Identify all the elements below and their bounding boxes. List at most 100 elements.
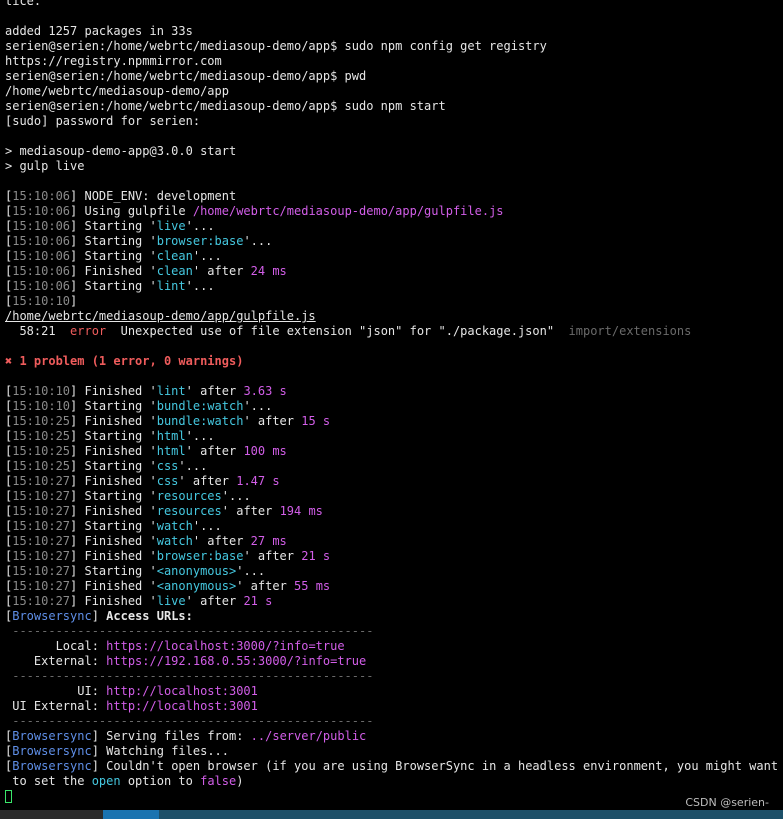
terminal-line: [15:10:06] Starting 'live'... [5, 219, 780, 234]
terminal-text: ../server/public [250, 729, 367, 743]
terminal-line: [15:10:27] Starting '<anonymous>'... [5, 564, 780, 579]
terminal-text: import/extensions [568, 324, 692, 338]
terminal-text: html [156, 429, 186, 443]
terminal-text: 27 ms [250, 534, 287, 548]
terminal-text: ' after [185, 384, 244, 398]
terminal-text: ] [91, 609, 107, 623]
terminal-line: ✖ 1 problem (1 error, 0 warnings) [5, 354, 780, 369]
taskbar-active-segment[interactable] [103, 810, 159, 819]
terminal-text: lint [156, 279, 186, 293]
terminal-text: ] Finished ' [70, 534, 157, 548]
terminal-text: bundle:watch [156, 399, 244, 413]
terminal-text: 194 ms [279, 504, 323, 518]
terminal-text: ] Starting ' [70, 489, 157, 503]
terminal-line: ----------------------------------------… [5, 624, 780, 639]
terminal-text: External: [5, 654, 107, 668]
terminal-line: to set the open option to false) [5, 774, 780, 789]
terminal-text: ' after [185, 444, 244, 458]
prompt-line [5, 789, 780, 804]
terminal-line: tice. [5, 0, 780, 9]
terminal-line: [15:10:25] Starting 'css'... [5, 459, 780, 474]
terminal-line: [15:10:06] Starting 'clean'... [5, 249, 780, 264]
terminal-text: 15:10:25 [12, 429, 71, 443]
terminal-text: serien@serien:/home/webrtc/mediasoup-dem… [5, 69, 367, 83]
terminal-text: ] Starting ' [70, 219, 157, 233]
terminal-text: '... [243, 234, 273, 248]
taskbar [0, 810, 783, 819]
terminal-text: ' after [221, 504, 280, 518]
terminal-text: ✖ 1 problem (1 error, 0 warnings) [5, 354, 244, 368]
terminal-text: live [156, 594, 186, 608]
terminal-line: [15:10:06] Starting 'browser:base'... [5, 234, 780, 249]
terminal-line: [15:10:06] NODE_ENV: development [5, 189, 780, 204]
terminal-text: html [156, 444, 186, 458]
terminal-text: 55 ms [294, 579, 331, 593]
terminal-line: /home/webrtc/mediasoup-demo/app [5, 84, 780, 99]
terminal-output[interactable]: tice. added 1257 packages in 33s serien@se… [5, 0, 780, 804]
terminal-line: [15:10:06] Starting 'lint'... [5, 279, 780, 294]
cursor [5, 790, 12, 803]
terminal-line: [15:10:27] Finished 'browser:base' after… [5, 549, 780, 564]
terminal-text: 24 ms [250, 264, 287, 278]
terminal-text: ] Starting ' [70, 459, 157, 473]
terminal-text: <anonymous> [156, 579, 237, 593]
terminal-text: Browsersync [12, 609, 92, 623]
terminal-text: http://localhost:3001 [106, 699, 258, 713]
terminal-text: ' after [178, 474, 237, 488]
terminal-text: ' after [185, 594, 244, 608]
terminal-text: 15:10:27 [12, 519, 71, 533]
terminal-text: ' after [236, 579, 295, 593]
terminal-line: [15:10:25] Finished 'bundle:watch' after… [5, 414, 780, 429]
terminal-text: <anonymous> [156, 564, 237, 578]
terminal-text: ] Using gulpfile [70, 204, 193, 218]
terminal-text: 15:10:25 [12, 459, 71, 473]
terminal-text: ' after [243, 549, 302, 563]
terminal-text: lint [156, 384, 186, 398]
terminal-text: ] Finished ' [70, 474, 157, 488]
terminal-line: serien@serien:/home/webrtc/mediasoup-dem… [5, 69, 780, 84]
terminal-text: http://localhost:3001 [106, 684, 258, 698]
terminal-line: External: https://192.168.0.55:3000/?inf… [5, 654, 780, 669]
terminal-text: 1.47 s [236, 474, 280, 488]
terminal-text: Browsersync [12, 759, 92, 773]
terminal-text: 15:10:10 [12, 384, 71, 398]
terminal-text: '... [185, 429, 215, 443]
terminal-line: [Browsersync] Couldn't open browser (if … [5, 759, 780, 774]
terminal-text: 15:10:25 [12, 444, 71, 458]
terminal-text: option to [120, 774, 201, 788]
terminal-text: /home/webrtc/mediasoup-demo/app/gulpfile… [5, 309, 316, 323]
terminal-text: ----------------------------------------… [5, 624, 374, 638]
terminal-text: 3.63 s [243, 384, 287, 398]
terminal-text: 15:10:27 [12, 489, 71, 503]
terminal-text: 15:10:27 [12, 594, 71, 608]
terminal-text: ] Starting ' [70, 249, 157, 263]
terminal-text: ] Watching files... [91, 744, 229, 758]
terminal-text: to set the [5, 774, 92, 788]
terminal-text: serien@serien:/home/webrtc/mediasoup-dem… [5, 39, 547, 53]
terminal-text: ] NODE_ENV: development [70, 189, 237, 203]
terminal-text: https://localhost:3000/?info=true [106, 639, 345, 653]
terminal-line: serien@serien:/home/webrtc/mediasoup-dem… [5, 39, 780, 54]
terminal-text: '... [221, 489, 251, 503]
terminal-text: added 1257 packages in 33s [5, 24, 193, 38]
terminal-text: 15 s [301, 414, 331, 428]
watermark: CSDN @serien- [685, 796, 769, 809]
terminal-text: ----------------------------------------… [5, 714, 374, 728]
terminal-text: '... [236, 564, 266, 578]
terminal-text: browser:base [156, 234, 244, 248]
terminal-text: watch [156, 534, 193, 548]
terminal-text: https://192.168.0.55:3000/?info=true [106, 654, 367, 668]
terminal-text: live [156, 219, 186, 233]
terminal-line: /home/webrtc/mediasoup-demo/app/gulpfile… [5, 309, 780, 324]
terminal-text: tice. [5, 0, 42, 8]
terminal-text: ) [236, 774, 244, 788]
terminal-line: [15:10:10] Starting 'bundle:watch'... [5, 399, 780, 414]
terminal-text: clean [156, 264, 193, 278]
terminal-text: https://registry.npmmirror.com [5, 54, 222, 68]
terminal-line: [15:10:27] Starting 'watch'... [5, 519, 780, 534]
terminal-text: '... [192, 519, 222, 533]
terminal-text: css [156, 459, 179, 473]
terminal-line: [Browsersync] Access URLs: [5, 609, 780, 624]
